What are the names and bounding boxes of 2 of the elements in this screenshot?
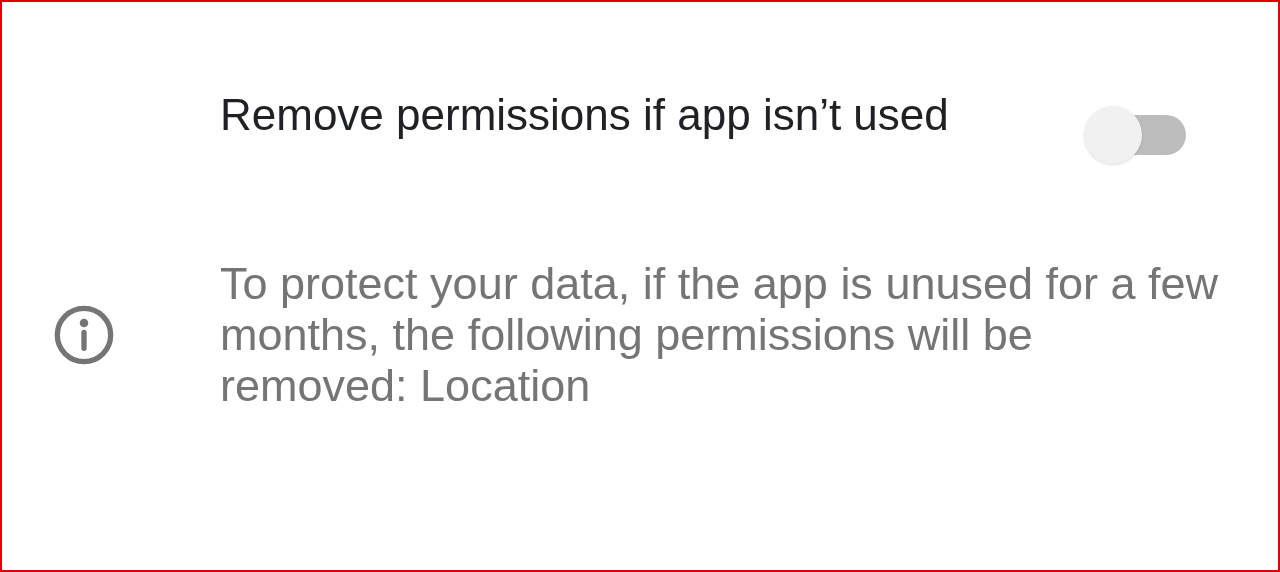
setting-title: Remove permissions if app isn’t used bbox=[220, 89, 950, 141]
info-text: To protect your data, if the app is unused for a few months, the following permissions will be removed: Location bbox=[220, 258, 1220, 411]
